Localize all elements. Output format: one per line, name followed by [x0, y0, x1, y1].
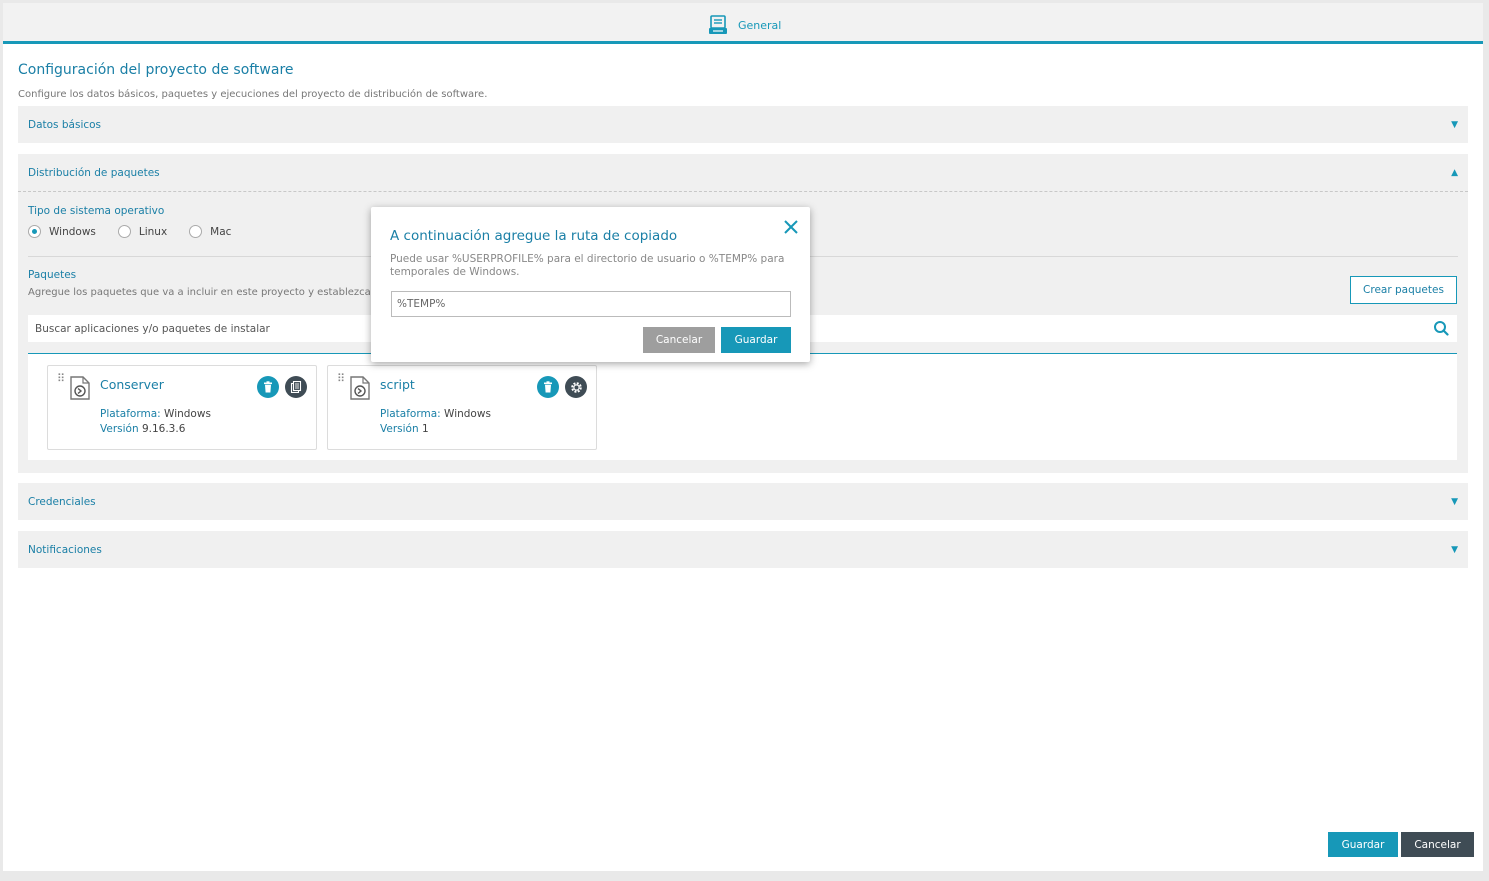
section-datos-basicos: Datos básicos ▼ [18, 106, 1468, 143]
section-notificaciones-header[interactable]: Notificaciones ▼ [18, 531, 1468, 568]
divider [18, 191, 1468, 192]
trash-icon [544, 381, 552, 393]
package-name[interactable]: script [380, 377, 415, 392]
version-value: 9.16.3.6 [141, 423, 186, 435]
form-list-icon [709, 15, 727, 34]
page-title: Configuración del proyecto de software [18, 62, 294, 78]
delete-package-button[interactable] [537, 376, 559, 398]
section-datos-basicos-header[interactable]: Datos básicos ▼ [18, 106, 1468, 143]
package-version: Versión 1 [380, 423, 429, 435]
radio-label: Linux [138, 225, 168, 238]
dialog-description: Puede usar %USERPROFILE% para el directo… [390, 253, 785, 278]
package-version: Versión 9.16.3.6 [100, 423, 185, 435]
caret-up-icon: ▲ [1451, 167, 1458, 178]
drag-handle-icon[interactable]: ⠿ [57, 373, 65, 384]
top-bar: General [3, 3, 1483, 44]
platform-value: Windows [444, 408, 491, 420]
page-description: Configure los datos básicos, paquetes y … [18, 89, 488, 100]
section-label: Distribución de paquetes [28, 166, 160, 179]
package-file-icon [350, 376, 370, 400]
os-radio-group: Windows Linux Mac [28, 225, 253, 238]
tab-general[interactable]: General [708, 15, 781, 35]
platform-key: Plataforma: [100, 408, 161, 420]
section-label: Credenciales [28, 495, 96, 508]
document-icon [290, 381, 302, 393]
tab-general-label: General [738, 18, 782, 32]
package-card-conserver: ⠿ Conserver Plataforma: Windows Versión … [47, 365, 317, 450]
package-file-icon [70, 376, 90, 400]
section-credenciales-header[interactable]: Credenciales ▼ [18, 483, 1468, 520]
search-placeholder: Buscar aplicaciones y/o paquetes de inst… [35, 322, 270, 335]
platform-value: Windows [164, 408, 211, 420]
version-key: Versión [100, 423, 139, 435]
trash-icon [264, 381, 272, 393]
radio-linux[interactable]: Linux [117, 225, 168, 238]
copy-path-dialog: A continuación agregue la ruta de copiad… [371, 207, 810, 362]
caret-down-icon: ▼ [1451, 496, 1458, 507]
section-distribucion-header[interactable]: Distribución de paquetes ▲ [18, 154, 1468, 191]
drag-handle-icon[interactable]: ⠿ [337, 373, 345, 384]
dialog-cancel-button[interactable]: Cancelar [643, 327, 715, 353]
cancel-button[interactable]: Cancelar [1401, 832, 1474, 857]
radio-mac[interactable]: Mac [189, 225, 231, 238]
radio-selected-icon [28, 225, 41, 238]
radio-unselected-icon [117, 225, 131, 238]
section-credenciales: Credenciales ▼ [18, 483, 1468, 520]
package-details-button[interactable] [285, 376, 307, 398]
section-notificaciones: Notificaciones ▼ [18, 531, 1468, 568]
section-label: Datos básicos [28, 118, 102, 131]
copy-path-input[interactable] [391, 291, 791, 317]
save-button[interactable]: Guardar [1328, 832, 1398, 857]
section-label: Notificaciones [28, 543, 102, 556]
os-type-label: Tipo de sistema operativo [28, 205, 165, 217]
version-value: 1 [421, 423, 429, 435]
gear-icon [570, 381, 582, 393]
radio-label: Mac [210, 225, 232, 238]
radio-label: Windows [49, 225, 96, 238]
package-platform: Plataforma: Windows [100, 408, 211, 420]
radio-windows[interactable]: Windows [28, 225, 96, 238]
package-platform: Plataforma: Windows [380, 408, 491, 420]
delete-package-button[interactable] [257, 376, 279, 398]
app-frame: General Configuración del proyecto de so… [3, 3, 1483, 871]
radio-unselected-icon [189, 225, 203, 238]
packages-description: Agregue los paquetes que va a incluir en… [28, 287, 371, 298]
search-icon[interactable] [1433, 320, 1449, 336]
version-key: Versión [380, 423, 419, 435]
dialog-save-button[interactable]: Guardar [721, 327, 791, 353]
close-icon[interactable] [783, 219, 799, 235]
dialog-title: A continuación agregue la ruta de copiad… [390, 228, 678, 244]
packages-label: Paquetes [28, 269, 77, 281]
package-name[interactable]: Conserver [100, 377, 164, 392]
package-card-script: ⠿ script Plataforma: Windows Versión 1 [327, 365, 597, 450]
packages-list: ⠿ Conserver Plataforma: Windows Versión … [28, 354, 1457, 460]
create-packages-button[interactable]: Crear paquetes [1350, 276, 1457, 304]
platform-key: Plataforma: [380, 408, 441, 420]
caret-down-icon: ▼ [1451, 544, 1458, 555]
caret-down-icon: ▼ [1451, 119, 1458, 130]
package-settings-button[interactable] [565, 376, 587, 398]
